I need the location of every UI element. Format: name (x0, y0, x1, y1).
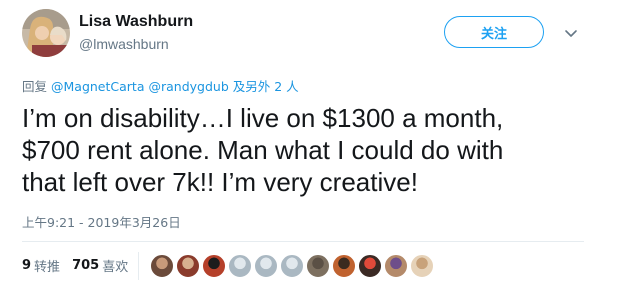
liker-avatar[interactable] (202, 254, 226, 278)
retweets-stat[interactable]: 9 转推 (22, 256, 60, 275)
reply-context: 回复 @MagnetCarta @randygdub 及另外 2 人 (22, 76, 299, 95)
likes-label: 喜欢 (102, 259, 129, 275)
liker-avatar[interactable] (150, 254, 174, 278)
liker-avatar[interactable] (306, 254, 330, 278)
liker-avatar[interactable] (358, 254, 382, 278)
retweets-count: 9 (22, 257, 32, 273)
profile-avatar[interactable] (22, 9, 70, 57)
tweet-stats: 9 转推 705 喜欢 (22, 256, 128, 275)
stats-separator (138, 252, 139, 280)
likes-stat[interactable]: 705 喜欢 (72, 256, 128, 275)
liker-avatars (150, 254, 436, 278)
tweet-timestamp[interactable]: 上午9:21 - 2019年3月26日 (22, 212, 181, 231)
tweet-text: I’m on disability…I live on $1300 a mont… (22, 103, 504, 197)
retweets-label: 转推 (34, 259, 61, 275)
liker-avatar[interactable] (176, 254, 200, 278)
mention-link[interactable]: @randygdub (148, 79, 228, 94)
display-name[interactable]: Lisa Washburn (79, 13, 193, 31)
mention-link[interactable]: @MagnetCarta (51, 79, 144, 94)
liker-avatar[interactable] (332, 254, 356, 278)
reply-prefix: 回复 (22, 79, 48, 94)
likes-count: 705 (72, 257, 100, 273)
liker-avatar[interactable] (384, 254, 408, 278)
liker-avatar[interactable] (254, 254, 278, 278)
liker-avatar[interactable] (410, 254, 434, 278)
user-handle[interactable]: @lmwashburn (79, 36, 169, 52)
liker-avatar[interactable] (280, 254, 304, 278)
liker-avatar[interactable] (228, 254, 252, 278)
follow-button[interactable]: 关注 (444, 16, 544, 48)
reply-others-link[interactable]: 及另外 2 人 (233, 79, 299, 94)
divider (22, 241, 584, 242)
chevron-down-icon[interactable] (562, 24, 580, 42)
